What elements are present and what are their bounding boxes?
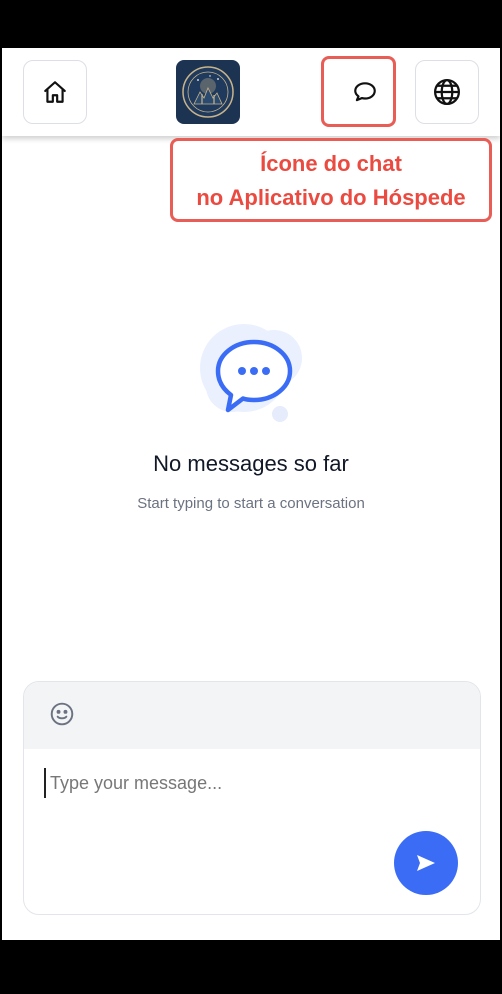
globe-icon <box>434 79 460 105</box>
empty-chat-illustration <box>200 324 302 422</box>
send-arrow-icon <box>417 855 435 871</box>
home-button[interactable] <box>23 60 87 124</box>
smiley-icon[interactable] <box>49 701 75 727</box>
app-screen: Ícone do chat no Aplicativo do Hóspede N… <box>2 48 500 940</box>
hotel-logo <box>176 60 240 124</box>
callout-line-2: no Aplicativo do Hóspede <box>196 185 466 210</box>
language-button[interactable] <box>415 60 479 124</box>
send-button[interactable] <box>394 831 458 895</box>
home-icon <box>44 81 66 103</box>
top-header <box>2 48 500 136</box>
chat-icon-highlight <box>321 56 396 127</box>
composer-toolbar <box>24 682 480 749</box>
callout-line-1: Ícone do chat <box>260 151 402 176</box>
message-input[interactable] <box>44 768 390 798</box>
empty-state-title: No messages so far <box>153 451 349 476</box>
annotation-callout: Ícone do chat no Aplicativo do Hóspede <box>170 138 492 222</box>
empty-state-subtitle: Start typing to start a conversation <box>137 495 365 512</box>
message-composer <box>23 681 481 915</box>
